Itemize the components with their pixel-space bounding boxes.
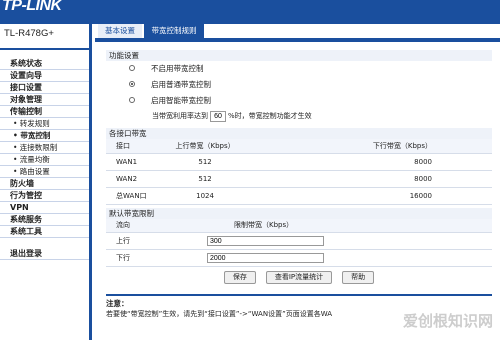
button-row: 保存 查看IP流量统计 帮助 bbox=[106, 271, 492, 289]
interface-name: 总WAN口 bbox=[106, 187, 148, 205]
table-row: 总WAN口 1024 16000 bbox=[106, 187, 492, 205]
column-header: 限制带宽（Kbps） bbox=[174, 218, 492, 233]
sidebar-item-tools[interactable]: 系统工具 bbox=[0, 226, 89, 238]
sidebar: TL-R478G+ 系统状态 设置向导 接口设置 对象管理 传输控制 • 转发规… bbox=[0, 24, 92, 340]
column-header: 接口 bbox=[106, 139, 148, 154]
radio-smart[interactable]: 启用智能带宽控制 bbox=[106, 93, 492, 109]
ip-stats-button[interactable]: 查看IP流量统计 bbox=[265, 271, 333, 284]
threshold-prefix: 当带宽利用率达到 bbox=[152, 112, 208, 120]
help-button[interactable]: 帮助 bbox=[342, 271, 375, 284]
download-value: 8000 bbox=[262, 153, 492, 171]
note-title: 注意： bbox=[106, 299, 129, 308]
watermark-text: 爱创根知识网 bbox=[402, 312, 493, 330]
radio-button[interactable] bbox=[129, 97, 135, 103]
table-row: WAN1 512 8000 bbox=[106, 153, 492, 171]
model-name: TL-R478G+ bbox=[0, 28, 89, 50]
sidebar-item-behavior[interactable]: 行为管控 bbox=[0, 190, 89, 202]
sidebar-item-services[interactable]: 系统服务 bbox=[0, 214, 89, 226]
sidebar-item-transmission[interactable]: 传输控制 bbox=[0, 106, 89, 118]
sidebar-item-system-status[interactable]: 系统状态 bbox=[0, 58, 89, 70]
sidebar-item-routing[interactable]: • 路由设置 bbox=[0, 166, 89, 178]
save-button[interactable]: 保存 bbox=[223, 271, 256, 284]
column-header: 下行带宽（Kbps） bbox=[262, 139, 492, 154]
radio-disable[interactable]: 不启用带宽控制 bbox=[106, 61, 492, 77]
table-header-row: 流向 限制带宽（Kbps） bbox=[106, 218, 492, 233]
threshold-row: 当带宽利用率达到 %时，带宽控制功能才生效 bbox=[106, 109, 492, 123]
column-header: 上行带宽（Kbps） bbox=[148, 139, 263, 154]
section-limit-title: 默认带宽限制 bbox=[106, 207, 492, 219]
header-bar: TP-LINK bbox=[0, 0, 500, 24]
sidebar-item-interface[interactable]: 接口设置 bbox=[0, 82, 89, 94]
sidebar-item-objects[interactable]: 对象管理 bbox=[0, 94, 89, 106]
radio-normal[interactable]: 启用普通带宽控制 bbox=[106, 77, 492, 93]
direction-label: 下行 bbox=[106, 249, 174, 267]
section-interface-title: 各接口带宽 bbox=[106, 128, 492, 139]
sidebar-menu: 系统状态 设置向导 接口设置 对象管理 传输控制 • 转发规则 • 带宽控制 •… bbox=[0, 58, 89, 260]
sidebar-item-setup-wizard[interactable]: 设置向导 bbox=[0, 70, 89, 82]
interface-name: WAN1 bbox=[106, 153, 148, 171]
default-limit-table: 流向 限制带宽（Kbps） 上行 下行 bbox=[106, 218, 492, 267]
main-panel: 功能设置 不启用带宽控制 启用普通带宽控制 启用智能带宽控制 当带宽利用率达到%… bbox=[95, 38, 500, 340]
tab-basic-settings[interactable]: 基本设置 bbox=[98, 24, 142, 38]
download-limit-input[interactable] bbox=[207, 253, 324, 263]
threshold-suffix: %时，带宽控制功能才生效 bbox=[228, 112, 312, 120]
interface-name: WAN2 bbox=[106, 170, 148, 188]
column-header: 流向 bbox=[106, 218, 174, 233]
brand-logo: TP-LINK bbox=[2, 0, 62, 14]
table-row: 下行 bbox=[106, 249, 492, 267]
radio-button[interactable] bbox=[129, 81, 135, 87]
threshold-input[interactable] bbox=[210, 110, 226, 122]
upload-limit-input[interactable] bbox=[207, 236, 324, 246]
sidebar-item-load-balance[interactable]: • 流量均衡 bbox=[0, 154, 89, 166]
upload-value: 1024 bbox=[148, 187, 263, 205]
tab-bandwidth-rules[interactable]: 带宽控制规则 bbox=[144, 24, 204, 38]
table-row: WAN2 512 8000 bbox=[106, 170, 492, 188]
download-value: 8000 bbox=[262, 170, 492, 188]
sidebar-item-forwarding[interactable]: • 转发规则 bbox=[0, 118, 89, 130]
direction-label: 上行 bbox=[106, 232, 174, 250]
upload-value: 512 bbox=[148, 153, 263, 171]
radio-label: 启用智能带宽控制 bbox=[151, 96, 211, 105]
table-header-row: 接口 上行带宽（Kbps） 下行带宽（Kbps） bbox=[106, 139, 492, 154]
sidebar-item-vpn[interactable]: VPN bbox=[0, 202, 89, 214]
radio-button[interactable] bbox=[129, 65, 135, 71]
radio-label: 不启用带宽控制 bbox=[151, 64, 204, 73]
sidebar-item-conn-limit[interactable]: • 连接数限制 bbox=[0, 142, 89, 154]
interface-bandwidth-table: 接口 上行带宽（Kbps） 下行带宽（Kbps） WAN1 512 8000 W… bbox=[106, 139, 492, 205]
sidebar-item-firewall[interactable]: 防火墙 bbox=[0, 178, 89, 190]
table-row: 上行 bbox=[106, 232, 492, 250]
sidebar-item-logout[interactable]: 退出登录 bbox=[0, 248, 89, 260]
sidebar-item-bandwidth[interactable]: • 带宽控制 bbox=[0, 130, 89, 142]
download-value: 16000 bbox=[262, 187, 492, 205]
tab-bar: 基本设置 带宽控制规则 bbox=[95, 24, 500, 38]
radio-label: 启用普通带宽控制 bbox=[151, 80, 211, 89]
upload-value: 512 bbox=[148, 170, 263, 188]
section-function-title: 功能设置 bbox=[106, 50, 492, 61]
